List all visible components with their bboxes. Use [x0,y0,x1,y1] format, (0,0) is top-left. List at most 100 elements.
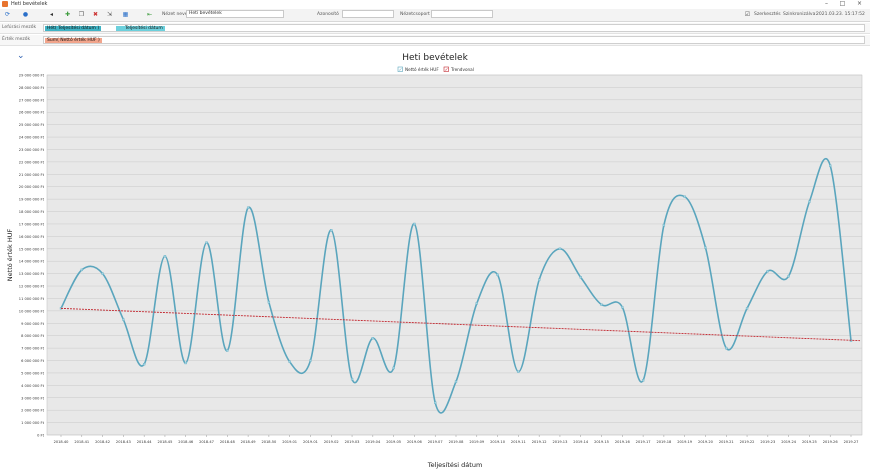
legend-label: Trendvonal [450,67,474,72]
x-tick-label: 2018.45 [158,440,173,444]
row-chip-week[interactable]: Hét( Teljesítési dátum ) [45,26,102,31]
data-point [538,278,541,281]
data-point [309,359,312,362]
y-tick-label: 4 000 000 Ft [21,384,44,388]
plot-area [46,74,863,436]
data-point [80,268,83,272]
view-name-input[interactable]: Heti bevételek [186,10,284,18]
x-tick-label: 2019.15 [594,440,609,444]
row-fields-box[interactable]: Hét( Teljesítési dátum ) Teljesítési dát… [43,24,865,32]
legend-check-icon: ✓ [445,68,449,73]
x-tick-label: 2019.13 [553,440,568,444]
data-point [704,246,707,249]
add-icon[interactable]: ✚ [64,11,71,18]
view-name-label: Nézet neve [162,12,188,17]
y-tick-label: 15 000 000 Ft [19,247,45,251]
edit-checkbox[interactable]: ☑ [744,11,751,18]
x-tick-label: 2019.18 [656,440,672,444]
refresh-icon[interactable]: ⟳ [4,11,11,18]
toolbar: ⟳ ● ◂ ✚ ❐ ✖ ⇲ ▦ ⇤ Nézet neve Heti bevéte… [0,9,870,22]
row-chip-date[interactable]: Teljesítési dátum [116,26,165,31]
x-tick-label: 2019.26 [823,440,839,444]
x-tick-label: 2019.10 [490,440,506,444]
y-tick-label: 23 000 000 Ft [19,148,45,152]
x-tick-label: 2019.16 [615,440,631,444]
x-axis-label: Teljesítési dátum [427,461,483,469]
data-point [226,349,229,352]
data-point [496,273,499,277]
maximize-button[interactable]: □ [835,0,850,8]
data-point [330,229,333,232]
legend-check-icon: ✓ [399,68,403,73]
y-tick-label: 16 000 000 Ft [19,235,45,239]
data-point [163,255,167,258]
x-axis-ticks: 2018.40 2018.41 2018.42 2018.43 2018.44 2018.… [54,435,858,444]
row-fields-bar: Lefúrási mezők Hét( Teljesítési dátum ) … [0,23,870,34]
row-fields-label: Lefúrási mezők [2,25,37,30]
y-tick-label: 0 Ft [37,434,44,438]
data-point [725,346,728,350]
x-tick-label: 2018.48 [220,440,236,444]
y-tick-label: 8 000 000 Ft [21,334,44,338]
y-tick-label: 11 000 000 Ft [19,297,45,301]
delete-icon[interactable]: ✖ [92,11,99,18]
id-input[interactable] [342,10,394,18]
export-icon[interactable]: ⇲ [106,11,113,18]
data-point [662,224,666,227]
x-tick-label: 2018.43 [116,440,131,444]
y-tick-label: 2 000 000 Ft [21,409,44,413]
x-tick-label: 2019.09 [469,440,485,444]
y-tick-label: 20 000 000 Ft [19,185,45,189]
y-axis-ticks: 0 Ft 1 000 000 Ft 2 000 000 Ft 3 000 000 Ft… [19,74,45,438]
window-title: Heti bevételek [11,1,48,7]
y-tick-label: 3 000 000 Ft [21,396,44,400]
globe-icon[interactable]: ● [22,11,29,18]
y-tick-label: 9 000 000 Ft [21,322,44,326]
data-point [350,377,354,381]
back-arrow-icon[interactable]: ◂ [48,11,55,18]
y-tick-label: 24 000 000 Ft [19,136,45,140]
y-tick-label: 25 000 000 Ft [19,123,45,127]
x-tick-label: 2019.14 [573,440,589,444]
data-point [288,360,291,363]
edit-label: Szerkesztés [754,12,781,17]
x-tick-label: 2018.42 [95,440,110,444]
y-tick-label: 14 000 000 Ft [19,260,45,264]
data-point [392,366,395,370]
y-tick-label: 6 000 000 Ft [21,359,44,363]
minimize-button[interactable]: – [819,0,834,8]
close-button[interactable]: × [852,0,867,8]
data-point [413,222,416,226]
id-label: Azonosító [317,12,339,17]
data-point [579,276,582,279]
data-point [267,301,271,304]
x-tick-label: 2019.19 [677,440,693,444]
x-tick-label: 2019.17 [636,440,651,444]
y-tick-label: 19 000 000 Ft [19,198,45,202]
group-select[interactable] [431,10,493,18]
sync-time: 2021.03.23. 15:17:52 [816,12,865,17]
data-point [246,206,250,209]
data-point [621,305,624,309]
x-tick-label: 2018.40 [54,440,70,444]
x-tick-label: 2018.44 [137,440,153,444]
x-tick-label: 2019.03 [345,440,360,444]
x-tick-label: 2019.01 [282,440,297,444]
y-tick-label: 26 000 000 Ft [19,111,45,115]
data-point [829,164,832,167]
data-point [558,247,562,250]
x-tick-label: 2019.24 [781,440,797,444]
line-chart: Heti bevételek ✓ Nettó érték HUF ✓ Trendvon… [6,52,863,469]
data-point [101,272,104,275]
import-icon[interactable]: ⇤ [146,11,153,18]
y-tick-label: 27 000 000 Ft [19,98,45,102]
data-point [745,307,749,310]
grid-icon[interactable]: ▦ [122,11,129,18]
x-tick-label: 2019.02 [324,440,339,444]
data-point [143,363,146,366]
legend: ✓ Nettó érték HUF ✓ Trendvonal [397,66,474,73]
x-tick-label: 2018.46 [178,440,194,444]
x-tick-label: 2019.11 [511,440,526,444]
copy-icon[interactable]: ❐ [78,11,85,18]
x-tick-label: 2019.07 [428,440,443,444]
